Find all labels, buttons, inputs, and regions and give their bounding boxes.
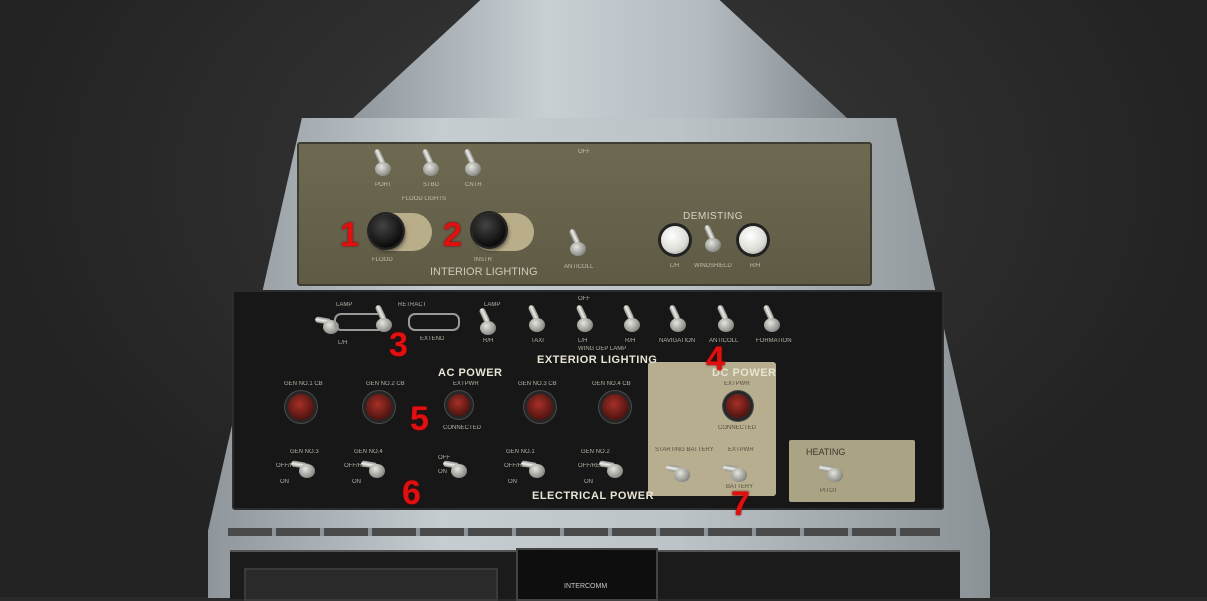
- callout-2: 2: [443, 216, 462, 254]
- gen3-on-label: ON: [280, 479, 289, 485]
- taxi-switch[interactable]: [527, 304, 546, 332]
- lamp-label-2: LAMP: [484, 302, 501, 308]
- gen1-cb-lamp[interactable]: [288, 394, 314, 420]
- pitot-heat-switch[interactable]: [818, 462, 844, 482]
- gen-switch-label-3: GEN NO.1: [506, 449, 535, 455]
- callout-6: 6: [402, 474, 421, 512]
- gen1-switch[interactable]: [520, 458, 546, 478]
- gen4-on-label: ON: [352, 479, 361, 485]
- flood-switch-label-2: STBD: [423, 182, 440, 188]
- ext-switch-label-5: R/H: [625, 338, 636, 344]
- gen2-cb-lamp[interactable]: [366, 394, 392, 420]
- ext-switch-label-1: L/H: [338, 340, 348, 346]
- exterior-lighting-title: EXTERIOR LIGHTING: [537, 354, 658, 366]
- ac-lamp-label-4: GEN NO.4 CB: [592, 381, 631, 387]
- lamp-guard-right: [408, 313, 460, 331]
- dc-switch-label-2: EXTPWR: [728, 447, 754, 453]
- gen4-cb-lamp[interactable]: [602, 394, 628, 420]
- interior-top-label: OFF: [578, 149, 590, 155]
- dc-switch-label-1: STARTING BATTERY: [655, 447, 714, 453]
- wing-lh-switch[interactable]: [575, 304, 594, 332]
- demisting-label-2: WINDSHIELD: [694, 263, 732, 269]
- ext-switch-label-8: FORMATION: [756, 338, 792, 344]
- demisting-label-1: L/H: [670, 263, 680, 269]
- intercomm-box: [516, 548, 658, 601]
- navigation-switch[interactable]: [668, 304, 687, 332]
- dc-extpwr-switch[interactable]: [722, 462, 748, 482]
- demisting-switch[interactable]: [703, 224, 722, 252]
- retract-label: RETRACT: [398, 302, 427, 308]
- ext-switch-label-2: R/H: [483, 338, 494, 344]
- stbd-flood-switch[interactable]: [421, 148, 440, 176]
- gen1-on-label: ON: [508, 479, 517, 485]
- demisting-label-3: R/H: [750, 263, 761, 269]
- pitot-label: PITOT: [820, 488, 838, 494]
- anticoll-switch[interactable]: [716, 304, 735, 332]
- intercomm-label: INTERCOMM: [564, 583, 608, 590]
- dc-extpwr-lamp[interactable]: [726, 394, 750, 418]
- gen2-switch[interactable]: [598, 458, 624, 478]
- rh-lamp-switch[interactable]: [478, 307, 497, 335]
- ac-ext-label: EXTPWR: [453, 381, 479, 387]
- gen3-switch[interactable]: [290, 458, 316, 478]
- ac-lamp-label-2: GEN NO.2 CB: [366, 381, 405, 387]
- dc-power-panel: [648, 362, 776, 496]
- dc-ext-label: EXTPWR: [724, 381, 750, 387]
- cntr-flood-switch[interactable]: [463, 148, 482, 176]
- callout-4: 4: [706, 340, 725, 378]
- formation-switch[interactable]: [762, 304, 781, 332]
- interior-toggle-label: ANTICOLL: [564, 264, 594, 270]
- ext-switch-label-4: L/H: [578, 338, 588, 344]
- knob-label-1: FLOOD: [372, 257, 393, 263]
- left-lower-display: [244, 568, 498, 601]
- callout-7: 7: [731, 485, 750, 523]
- callout-3: 3: [389, 326, 408, 364]
- gen3-cb-lamp[interactable]: [527, 394, 553, 420]
- demisting-left-lamp[interactable]: [661, 226, 689, 254]
- demisting-title: DEMISTING: [683, 211, 744, 222]
- flood-lights-label: FLOOD LIGHTS: [402, 196, 447, 202]
- gen4-switch[interactable]: [360, 458, 386, 478]
- callout-1: 1: [340, 216, 359, 254]
- port-flood-switch[interactable]: [373, 148, 392, 176]
- flood-switch-label-1: PORT: [375, 182, 392, 188]
- vent-strip: [228, 528, 940, 536]
- interior-lighting-title: INTERIOR LIGHTING: [430, 266, 538, 278]
- wing-rh-switch[interactable]: [622, 304, 641, 332]
- ext-switch-label-3: TAXI: [531, 338, 544, 344]
- gen-switch-label-1: GEN NO.3: [290, 449, 319, 455]
- ac-extpwr-lamp[interactable]: [448, 394, 470, 416]
- gen-switch-label-4: GEN NO.2: [581, 449, 610, 455]
- starting-battery-switch[interactable]: [665, 462, 691, 482]
- ac-power-title: AC POWER: [438, 367, 503, 379]
- extend-label: EXTEND: [420, 336, 445, 342]
- knob-label-2: INSTR: [474, 257, 492, 263]
- ac-lamp-label-1: GEN NO.1 CB: [284, 381, 323, 387]
- gen-switch-label-2: GEN NO.4: [354, 449, 383, 455]
- demisting-right-lamp[interactable]: [739, 226, 767, 254]
- dc-connected-label: CONNECTED: [718, 425, 757, 431]
- lamp-label-1: LAMP: [336, 302, 353, 308]
- ext-on-label: ON: [438, 469, 447, 475]
- ac-connected-label: CONNECTED: [443, 425, 482, 431]
- electrical-power-title: ELECTRICAL POWER: [532, 490, 655, 502]
- heating-title: HEATING: [806, 447, 846, 457]
- ext-gen-switch[interactable]: [442, 458, 468, 478]
- gen2-on-label: ON: [584, 479, 593, 485]
- interior-toggle-switch[interactable]: [568, 228, 587, 256]
- instr-rheostat-knob[interactable]: [472, 213, 506, 247]
- ext-switch-label-6: NAVIGATION: [659, 338, 696, 344]
- flood-switch-label-3: CNTR: [465, 182, 482, 188]
- exterior-top-label: OFF: [578, 296, 590, 302]
- cockpit-view: OFF PORT STBD CNTR FLOOD LIGHTS FLOOD IN…: [0, 0, 1207, 601]
- wing-dep-lamp-label: WING DEP LAMP: [578, 346, 627, 352]
- flood-rheostat-knob[interactable]: [369, 214, 403, 248]
- callout-5: 5: [410, 400, 429, 438]
- ac-lamp-label-3: GEN NO.3 CB: [518, 381, 557, 387]
